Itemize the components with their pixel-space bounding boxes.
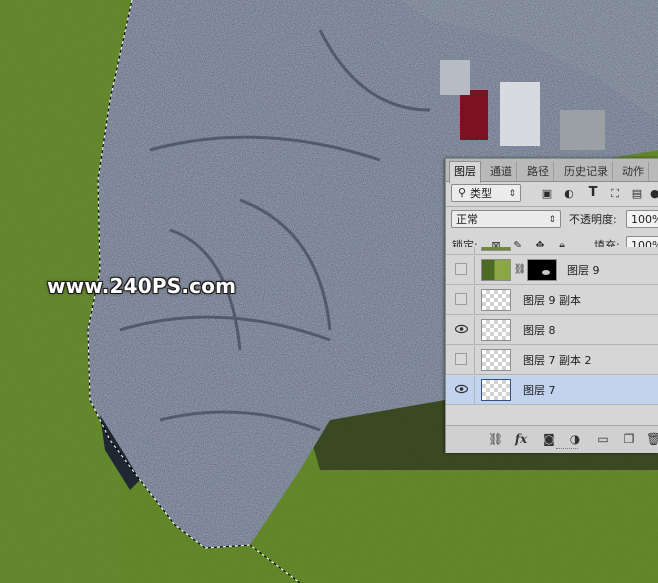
divider <box>474 376 475 405</box>
layer-row-partial[interactable] <box>446 247 658 255</box>
layer-thumbnail <box>481 289 511 311</box>
tab-channels[interactable]: 通道 <box>486 162 517 181</box>
new-layer-icon[interactable]: ❐ <box>622 432 636 446</box>
opacity-label: 不透明度: <box>569 213 617 226</box>
layer-name[interactable]: 图层 9 副本 <box>523 286 581 315</box>
filter-smart-object-icon[interactable]: ▤ <box>630 187 644 201</box>
panel-tab-bar: 图层 通道 路径 历史记录 动作 <box>446 159 658 183</box>
divider <box>474 316 475 345</box>
visibility-toggle[interactable] <box>455 293 467 305</box>
filter-row: ⚲ 类型 ⇕ ▣ ◐ T ⛶ ▤ ● <box>446 183 658 205</box>
panel-footer: ⛓ fx ◙ ◑ ▭ ❐ 🗑︎ <box>446 425 658 453</box>
layer-row-selected[interactable]: 图层 7 <box>446 376 658 405</box>
filter-pixel-icon[interactable]: ▣ <box>540 187 554 201</box>
visibility-toggle[interactable] <box>455 353 467 365</box>
layer-row[interactable]: ⛓ 图层 9 <box>446 256 658 285</box>
add-mask-icon[interactable]: ◙ <box>542 432 556 446</box>
filter-type-dropdown[interactable]: ⚲ 类型 ⇕ <box>451 184 521 202</box>
resize-grip[interactable] <box>556 448 578 451</box>
blend-mode-dropdown[interactable]: 正常 ⇕ <box>451 210 561 228</box>
tab-history[interactable]: 历史记录 <box>560 162 613 181</box>
eye-icon[interactable] <box>454 383 469 395</box>
eye-icon[interactable] <box>454 323 469 335</box>
layer-row[interactable]: 图层 9 副本 <box>446 286 658 315</box>
folder-icon[interactable]: ▭ <box>596 432 610 446</box>
layer-row[interactable]: 图层 7 副本 2 <box>446 346 658 375</box>
layer-thumbnail <box>481 259 511 281</box>
layer-name[interactable]: 图层 9 <box>567 256 600 285</box>
layer-thumbnail <box>481 379 511 401</box>
layer-row[interactable]: 图层 8 <box>446 316 658 345</box>
divider <box>474 286 475 315</box>
filter-type-icon[interactable]: T <box>586 186 600 200</box>
visibility-toggle[interactable] <box>455 263 467 275</box>
adjustment-layer-icon[interactable]: ◑ <box>568 432 582 446</box>
tab-actions[interactable]: 动作 <box>618 162 649 181</box>
watermark-text: www.240PS.com <box>47 274 237 298</box>
divider <box>474 346 475 375</box>
tab-paths[interactable]: 路径 <box>523 162 554 181</box>
layer-name[interactable]: 图层 8 <box>523 316 556 345</box>
layer-mask-thumbnail[interactable] <box>527 259 557 281</box>
opacity-input[interactable]: 100% <box>626 210 658 228</box>
link-layers-icon[interactable]: ⛓ <box>488 432 503 446</box>
layers-panel: 图层 通道 路径 历史记录 动作 ⚲ 类型 ⇕ ▣ ◐ T ⛶ ▤ ● 正常 ⇕… <box>445 158 658 453</box>
blend-mode-value: 正常 <box>456 213 478 226</box>
filter-type-label: 类型 <box>470 187 492 200</box>
divider <box>474 247 475 255</box>
layer-thumbnail <box>481 247 511 251</box>
divider <box>474 256 475 285</box>
chevron-updown-icon: ⇕ <box>508 189 516 199</box>
layer-name[interactable]: 图层 7 <box>523 376 556 405</box>
layer-name[interactable]: 图层 7 副本 2 <box>523 346 592 375</box>
layer-list[interactable]: ⛓ 图层 9 图层 9 副本 图层 8 图层 7 副本 2 图层 7 <box>446 247 658 429</box>
divider <box>446 206 658 207</box>
trash-icon[interactable]: 🗑︎ <box>646 432 658 446</box>
fx-icon[interactable]: fx <box>514 432 528 446</box>
blend-row: 正常 ⇕ 不透明度: 100% <box>446 209 658 231</box>
search-icon: ⚲ <box>457 186 467 199</box>
filter-toggle-icon[interactable]: ● <box>650 187 658 201</box>
tab-layers[interactable]: 图层 <box>449 161 481 183</box>
layer-thumbnail <box>481 319 511 341</box>
filter-shape-icon[interactable]: ⛶ <box>608 187 622 201</box>
filter-adjustment-icon[interactable]: ◐ <box>562 187 576 201</box>
chevron-updown-icon: ⇕ <box>548 215 556 225</box>
link-chain-icon[interactable]: ⛓ <box>513 263 527 277</box>
layer-thumbnail <box>481 349 511 371</box>
